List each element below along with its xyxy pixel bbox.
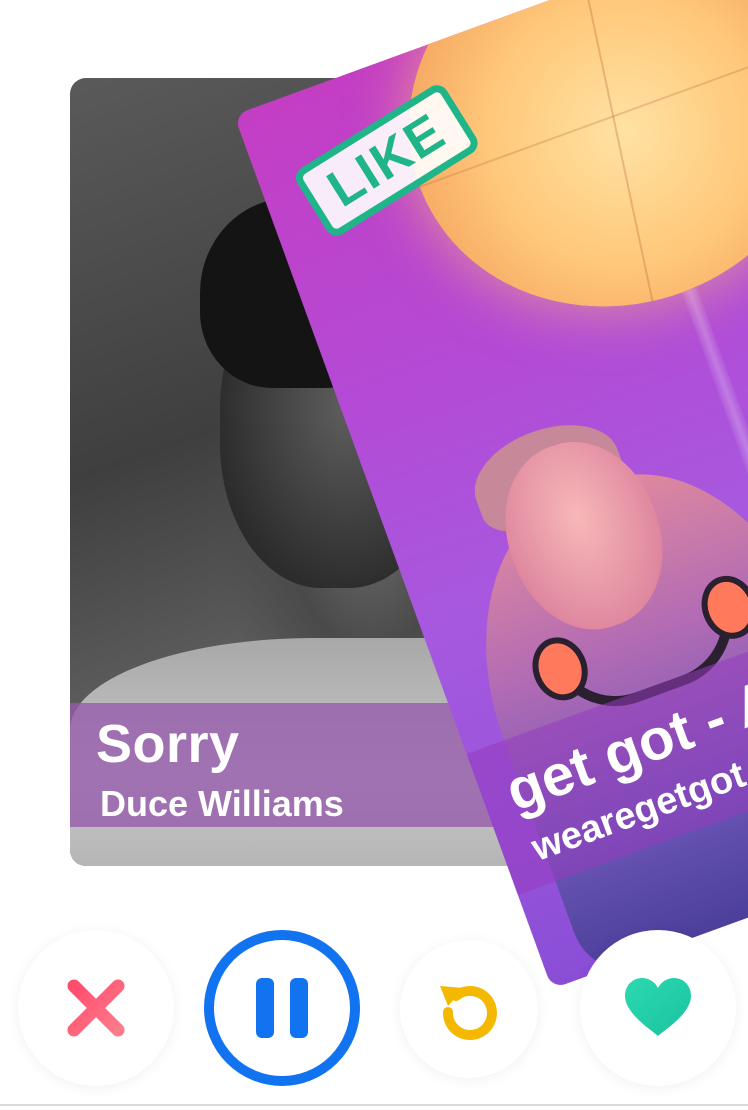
- pause-button[interactable]: [204, 930, 360, 1086]
- music-swipe-screen: Sorry Duce Williams LIKE get got - Ar we…: [0, 0, 748, 1110]
- like-button[interactable]: [580, 930, 736, 1086]
- heart-icon: [625, 978, 691, 1036]
- close-x-icon: [67, 979, 125, 1037]
- back-card-artist-name: Duce Williams: [100, 783, 344, 824]
- undo-button[interactable]: [400, 940, 538, 1078]
- pause-icon: [256, 978, 308, 1038]
- undo-icon: [440, 986, 497, 1040]
- back-card-track-title: Sorry: [96, 714, 240, 774]
- bottom-divider: [0, 1104, 748, 1106]
- dislike-button[interactable]: [18, 930, 174, 1086]
